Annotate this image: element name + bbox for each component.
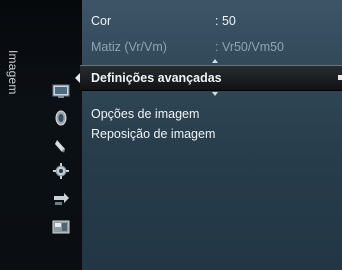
setup-icon[interactable] — [50, 160, 72, 182]
channel-icon[interactable] — [50, 135, 72, 157]
sidebar: Imagem — [0, 0, 82, 270]
sidebar-icon-list — [44, 80, 78, 270]
sidebar-title: Imagem — [6, 50, 20, 95]
row-label: Reposição de imagem — [91, 127, 216, 141]
scroll-down-icon — [212, 92, 218, 96]
menu-row-definicoes-avancadas[interactable]: Definições avançadas — [75, 65, 342, 91]
menu-row-opcoes-imagem[interactable]: Opções de imagem — [82, 104, 342, 124]
row-label: Definições avançadas — [91, 71, 222, 85]
menu-row-reposicao-imagem[interactable]: Reposição de imagem — [82, 124, 342, 144]
menu-row-matiz[interactable]: Matiz (Vr/Vm) : Vr50/Vm50 — [82, 37, 342, 57]
row-value: : Vr50/Vm50 — [215, 40, 285, 54]
row-label: Opções de imagem — [91, 107, 200, 121]
scroll-up-icon — [212, 59, 218, 63]
application-icon[interactable] — [50, 216, 72, 238]
sound-icon[interactable] — [50, 107, 72, 129]
submenu-arrow-icon — [338, 75, 342, 80]
picture-icon[interactable] — [50, 80, 72, 102]
menu-row-cor[interactable]: Cor : 50 — [82, 11, 342, 31]
selection-pointer-icon — [75, 73, 80, 83]
row-label: Matiz (Vr/Vm) — [91, 40, 167, 54]
row-value: : 50 — [215, 14, 236, 28]
row-label: Cor — [91, 14, 112, 28]
input-icon[interactable] — [50, 188, 72, 210]
